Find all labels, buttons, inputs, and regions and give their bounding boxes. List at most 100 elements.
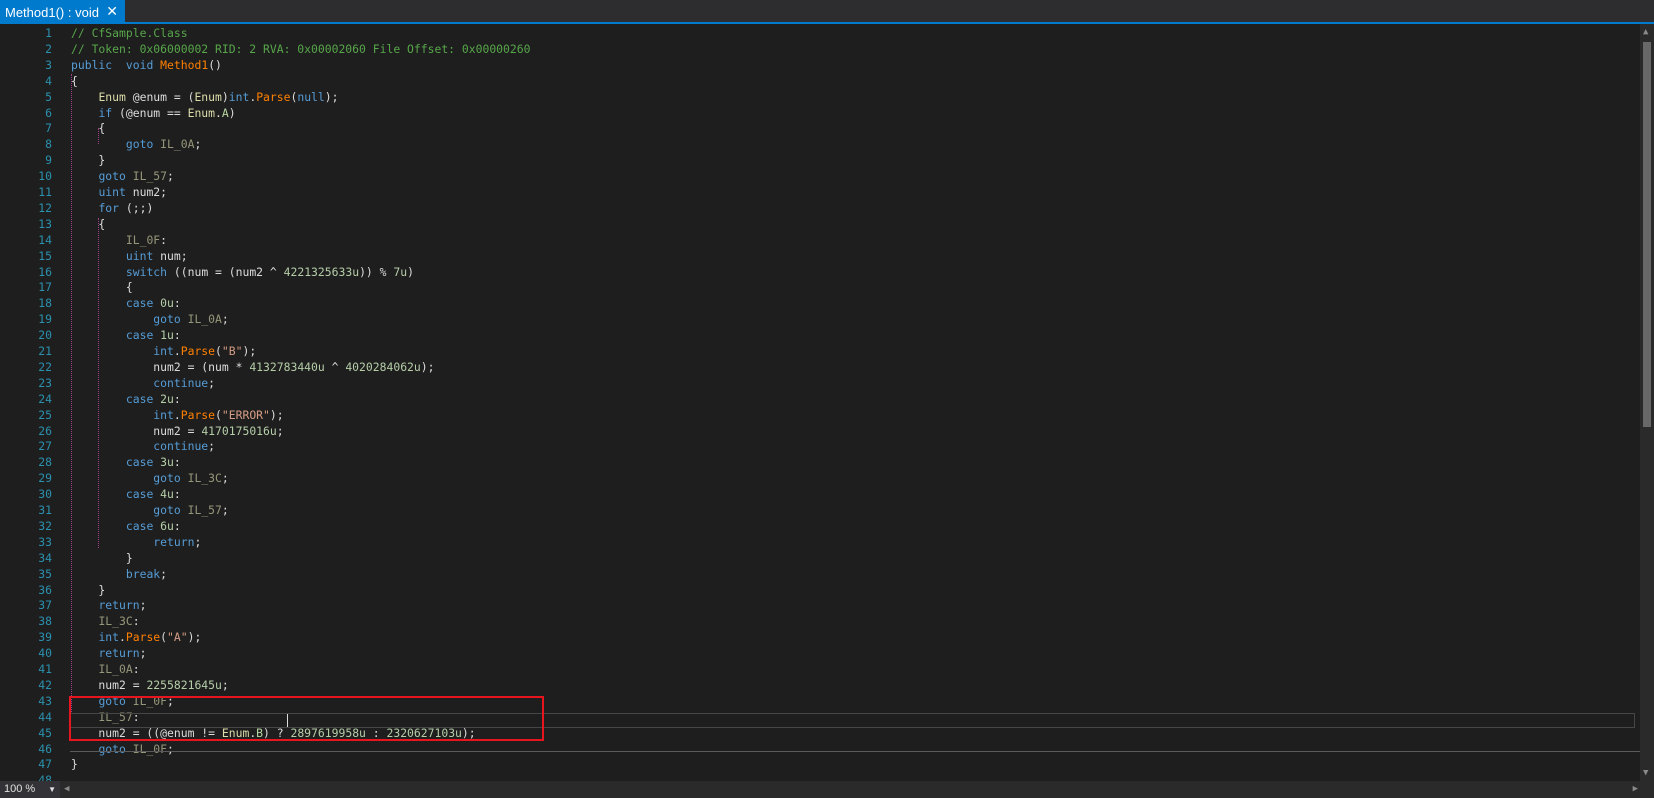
code-line[interactable]: num2 = (num * 4132783440u ^ 4020284062u)… xyxy=(71,359,434,375)
code-token: goto xyxy=(125,137,154,152)
code-token: int xyxy=(228,89,250,104)
scroll-right-icon[interactable]: ▶ xyxy=(1633,784,1638,794)
end-of-method-separator xyxy=(70,751,1640,752)
zoom-select[interactable]: 100 % ▼ xyxy=(0,781,60,798)
horizontal-scrollbar[interactable]: ◀ ▶ xyxy=(62,781,1640,798)
line-number: 14 xyxy=(38,232,52,247)
code-line[interactable]: if (@enum == Enum.A) xyxy=(71,105,235,121)
code-token: goto xyxy=(98,741,126,756)
code-line[interactable]: goto IL_3C; xyxy=(71,470,228,486)
code-token: { xyxy=(71,121,106,136)
scroll-down-icon[interactable]: ▼ xyxy=(1643,768,1648,778)
code-line[interactable]: break; xyxy=(71,566,167,582)
code-token: num2 = xyxy=(71,677,147,692)
code-line[interactable]: IL_3C: xyxy=(71,613,139,629)
code-line[interactable]: return; xyxy=(71,645,146,661)
chevron-down-icon[interactable]: ▼ xyxy=(48,781,56,798)
status-bar: 100 % ▼ ◀ ▶ xyxy=(0,781,1654,798)
code-token: ; xyxy=(194,534,202,549)
code-editor[interactable]: 1 2 3 4 5 6 7 8 9 10 11 12 13 14 15 16 17 18 19 20 21 22 23 24 2… xyxy=(0,24,1640,787)
code-line[interactable]: case 2u: xyxy=(71,391,181,407)
line-number: 26 xyxy=(38,423,52,438)
code-line[interactable]: continue; xyxy=(71,438,215,454)
code-line[interactable]: for (;;) xyxy=(71,200,153,216)
line-number: 40 xyxy=(38,646,52,661)
scroll-left-icon[interactable]: ◀ xyxy=(64,784,69,794)
line-number: 11 xyxy=(38,185,52,199)
code-line[interactable]: switch ((num = (num2 ^ 4221325633u)) % 7… xyxy=(71,264,414,280)
code-line[interactable]: case 0u: xyxy=(71,295,181,311)
code-line[interactable]: goto IL_0F; xyxy=(71,741,173,757)
code-line[interactable]: uint num; xyxy=(71,248,188,264)
tab-method1[interactable]: Method1() : void ✕ xyxy=(0,0,125,24)
code-line[interactable]: goto IL_57; xyxy=(71,502,228,518)
code-line[interactable]: case 3u: xyxy=(71,454,181,470)
line-number: 7 xyxy=(45,121,52,136)
vertical-scroll-thumb[interactable] xyxy=(1643,42,1651,427)
code-line[interactable]: goto IL_57; xyxy=(71,168,173,184)
code-line[interactable]: { xyxy=(71,120,105,136)
code-line[interactable]: uint num2; xyxy=(71,184,167,200)
code-token: 4170175016u xyxy=(201,423,277,438)
code-line[interactable]: IL_0F: xyxy=(71,232,167,248)
code-token: 1u xyxy=(160,328,174,343)
line-number: 28 xyxy=(38,455,52,470)
code-token: // CfSample.Class xyxy=(71,26,188,40)
vertical-scrollbar[interactable]: ▲ ▼ xyxy=(1640,24,1654,781)
code-token: ); xyxy=(242,344,257,358)
code-token: () xyxy=(208,57,222,72)
code-token: 0u xyxy=(160,296,174,311)
code-line[interactable]: Enum @enum = (Enum)int.Parse(null); xyxy=(71,89,338,105)
code-line[interactable]: case 1u: xyxy=(71,327,181,343)
line-number: 8 xyxy=(45,137,52,152)
line-number: 42 xyxy=(38,677,52,692)
line-number: 16 xyxy=(38,264,52,279)
code-token: case xyxy=(125,487,154,502)
code-token: IL_0F xyxy=(132,741,168,756)
code-line[interactable]: return; xyxy=(71,534,201,550)
code-line[interactable]: } xyxy=(71,550,133,566)
code-line[interactable]: public void Method1() xyxy=(71,57,222,73)
code-line[interactable]: continue; xyxy=(71,375,215,391)
code-line[interactable]: int.Parse("A"); xyxy=(71,629,201,645)
code-token: Enum xyxy=(194,89,222,104)
code-token: : xyxy=(173,518,181,533)
code-line[interactable]: { xyxy=(71,73,78,89)
code-token: { xyxy=(71,280,133,295)
line-number: 34 xyxy=(38,550,52,565)
line-number: 21 xyxy=(38,344,52,358)
code-line[interactable]: { xyxy=(71,279,133,295)
code-line[interactable]: } xyxy=(71,152,105,168)
code-token: break xyxy=(125,566,161,581)
code-line[interactable]: return; xyxy=(71,597,146,613)
code-line[interactable]: } xyxy=(71,582,105,598)
close-icon[interactable]: ✕ xyxy=(106,3,118,19)
code-line[interactable]: // Token: 0x06000002 RID: 2 RVA: 0x00002… xyxy=(71,41,530,57)
line-number: 24 xyxy=(38,391,52,406)
code-line[interactable]: goto IL_0A; xyxy=(71,311,228,327)
code-line[interactable]: IL_0A: xyxy=(71,661,139,677)
code-line[interactable]: { xyxy=(71,216,105,232)
scroll-up-icon[interactable]: ▲ xyxy=(1643,27,1648,37)
code-line[interactable]: num2 = 2255821645u; xyxy=(71,677,228,693)
indent-guide xyxy=(98,218,99,548)
code-line[interactable]: num2 = 4170175016u; xyxy=(71,423,283,439)
code-line[interactable]: goto IL_0A; xyxy=(71,136,201,152)
code-line[interactable]: case 6u: xyxy=(71,518,181,534)
code-token: case xyxy=(125,296,154,311)
code-line[interactable]: case 4u: xyxy=(71,486,181,502)
code-token: case xyxy=(125,518,154,533)
code-line[interactable]: } xyxy=(71,756,78,772)
code-line[interactable]: int.Parse("ERROR"); xyxy=(71,407,283,423)
code-token: Method1 xyxy=(160,57,209,72)
code-line[interactable]: // CfSample.Class xyxy=(71,25,188,41)
